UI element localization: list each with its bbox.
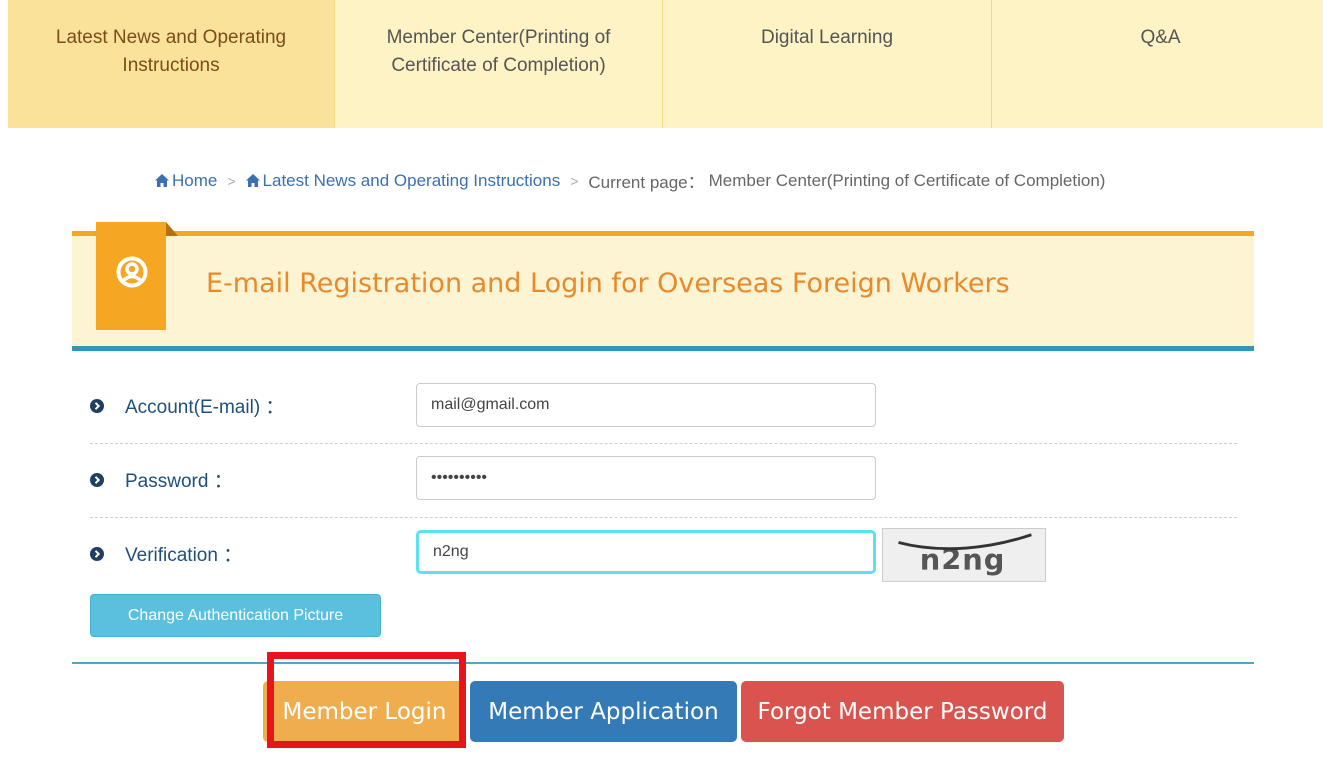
breadcrumb-section-label: Latest News and Operating Instructions <box>262 170 561 190</box>
password-row: Password ： <box>90 456 1237 518</box>
password-label: Password ： <box>90 466 233 493</box>
member-login-button[interactable]: Member Login <box>263 681 466 742</box>
breadcrumb: Home > Latest News and Operating Instruc… <box>155 168 1105 193</box>
breadcrumb-home-link[interactable]: Home <box>155 171 217 191</box>
account-label-text: Account(E-mail) ： <box>125 397 285 418</box>
breadcrumb-separator: > <box>570 172 579 189</box>
member-application-button[interactable]: Member Application <box>470 681 737 742</box>
verification-label-text: Verification ： <box>125 545 243 566</box>
home-icon <box>155 174 169 187</box>
account-label: Account(E-mail) ： <box>90 392 284 419</box>
panel-badge <box>96 222 166 330</box>
user-circle-icon <box>116 256 148 288</box>
breadcrumb-current: Member Center(Printing of Certificate of… <box>708 170 1106 190</box>
top-nav: Latest News and Operating Instructions M… <box>8 0 1323 128</box>
nav-item-digital-learning[interactable]: Digital Learning <box>663 0 992 128</box>
forgot-password-button[interactable]: Forgot Member Password <box>741 681 1064 742</box>
captcha-image: n2ng <box>882 528 1046 582</box>
change-captcha-button[interactable]: Change Authentication Picture <box>90 594 381 637</box>
nav-item-label: Latest News and Operating Instructions <box>55 27 287 76</box>
nav-item-member-center[interactable]: Member Center(Printing of Certificate of… <box>335 0 663 128</box>
account-row: Account(E-mail) ： <box>90 382 1237 444</box>
breadcrumb-section-link[interactable]: Latest News and Operating Instructions <box>245 170 561 191</box>
verification-label: Verification ： <box>90 540 242 567</box>
breadcrumb-separator: > <box>227 172 236 189</box>
account-email-input[interactable] <box>416 383 876 427</box>
password-label-text: Password ： <box>125 471 233 492</box>
panel-title: E-mail Registration and Login for Overse… <box>206 268 1010 299</box>
badge-fold <box>166 222 178 236</box>
chevron-circle-right-icon <box>90 546 104 561</box>
nav-item-qa[interactable]: Q&A <box>992 0 1323 128</box>
chevron-circle-right-icon <box>90 398 104 413</box>
panel-header: E-mail Registration and Login for Overse… <box>72 222 1254 347</box>
breadcrumb-home-label: Home <box>172 170 218 190</box>
verification-input[interactable] <box>416 530 876 574</box>
nav-item-label: Digital Learning <box>760 27 894 48</box>
panel-divider <box>72 346 1254 351</box>
verification-row: Verification ： n2ng <box>90 528 1237 582</box>
nav-item-label: Member Center(Printing of Certificate of… <box>386 27 611 76</box>
nav-item-label: Q&A <box>1140 27 1181 48</box>
password-input[interactable] <box>416 456 876 500</box>
home-icon <box>245 174 260 187</box>
breadcrumb-current-prefix: Current page： <box>588 173 705 192</box>
nav-item-latest-news[interactable]: Latest News and Operating Instructions <box>8 0 335 128</box>
chevron-circle-right-icon <box>90 472 104 487</box>
actions-divider <box>72 662 1254 664</box>
